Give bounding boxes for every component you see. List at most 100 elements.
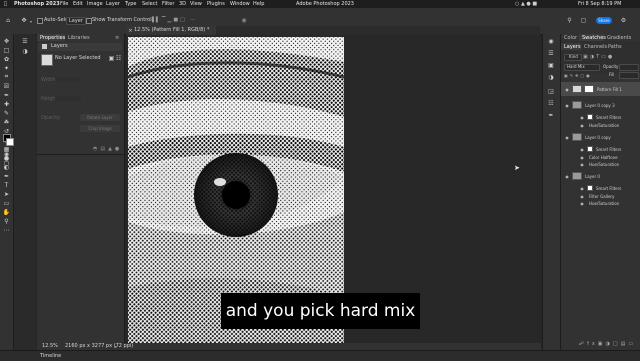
timeline-label[interactable]: Timeline <box>40 354 61 359</box>
home-icon[interactable]: ⌂ <box>4 16 12 24</box>
clone-stamp-tool[interactable]: ☘ <box>2 118 11 126</box>
panel-menu-icon[interactable]: ≡ <box>115 35 119 41</box>
visibility-eye-icon[interactable]: ◉ <box>564 87 570 92</box>
layer-row-pattern-fill[interactable]: ◉ Pattern Fill 1 <box>561 82 640 96</box>
tab-properties[interactable]: Properties <box>37 34 65 41</box>
3d-mode-icon[interactable]: ◉ <box>240 17 248 24</box>
libraries-panel-icon[interactable]: ▣ <box>547 62 555 69</box>
lasso-tool[interactable]: ✿ <box>2 55 11 63</box>
opacity-field[interactable] <box>619 64 639 71</box>
visibility-eye-icon[interactable]: ◉ <box>564 174 570 179</box>
menu-help[interactable]: Help <box>253 1 264 7</box>
layer-row-layer-0-copy[interactable]: ◉ Layer 0 copy <box>561 130 640 144</box>
menu-edit[interactable]: Edit <box>73 1 83 7</box>
crop-tool[interactable]: ⌗ <box>2 73 11 81</box>
layers-panel-icon[interactable]: ◲ <box>547 88 555 95</box>
frame-tool[interactable]: ☒ <box>2 82 11 90</box>
visibility-eye-icon[interactable]: ◉ <box>579 162 585 167</box>
share-button[interactable]: Share <box>596 17 612 24</box>
filter-row[interactable]: ◉ Hue/Saturation <box>561 200 640 207</box>
visibility-eye-icon[interactable]: ◉ <box>579 147 585 152</box>
color-panel-icon[interactable]: ◉ <box>547 38 555 45</box>
tab-color[interactable]: Color <box>561 34 579 41</box>
visibility-eye-icon[interactable]: ◉ <box>579 115 585 120</box>
menu-layer[interactable]: Layer <box>106 1 120 7</box>
lock-icons[interactable]: ▣✎✥▢● <box>564 73 592 78</box>
adjustments-icon[interactable]: ◑ <box>21 48 29 55</box>
menu-image[interactable]: Image <box>87 1 103 7</box>
layer-filter-dropdown[interactable]: Kind <box>564 54 582 61</box>
link-icon[interactable]: ▣ <box>109 55 115 62</box>
brush-tool[interactable]: ✎ <box>2 109 11 117</box>
marquee-tool[interactable]: □ <box>2 46 11 54</box>
filter-row[interactable]: ◉ Color Halftone <box>561 154 640 161</box>
workspace-icon[interactable]: ▢ <box>580 17 587 24</box>
history-icon[interactable]: ☰ <box>21 38 29 45</box>
auto-select-checkbox[interactable] <box>37 18 43 24</box>
layer-row-layer-0-copy-3[interactable]: ◉ Layer 0 copy 3 <box>561 98 640 112</box>
shape-tool[interactable]: ▭ <box>2 199 11 207</box>
move-tool-dropdown[interactable]: ▾ <box>30 19 32 24</box>
menu-view[interactable]: View <box>190 1 202 7</box>
visibility-eye-icon[interactable]: ◉ <box>564 103 570 108</box>
properties-footer-icons[interactable]: ◓▤▲● <box>93 146 122 152</box>
path-select-tool[interactable]: ➤ <box>2 190 11 198</box>
quick-mask-icon[interactable]: ◉ <box>2 151 11 158</box>
zoom-level[interactable]: 12.5% <box>42 344 58 349</box>
visibility-eye-icon[interactable]: ◉ <box>579 201 585 206</box>
filter-row[interactable]: ◉ Hue/Saturation <box>561 161 640 168</box>
blend-mode-dropdown[interactable]: Hard Mix <box>564 64 600 71</box>
menu-window[interactable]: Window <box>230 1 250 7</box>
type-tool[interactable]: T <box>2 181 11 189</box>
healing-brush-tool[interactable]: ✚ <box>2 100 11 108</box>
more-tools-icon[interactable]: ⋯ <box>2 226 11 234</box>
smart-filters-row[interactable]: ◉ Smart Filters <box>561 145 640 154</box>
menu-select[interactable]: Select <box>142 1 157 7</box>
app-name-menu[interactable]: Photoshop 2023 <box>14 1 60 7</box>
pen-tool[interactable]: ✒ <box>2 172 11 180</box>
zoom-tool[interactable]: ⚲ <box>2 217 11 225</box>
visibility-eye-icon[interactable]: ◉ <box>579 194 585 199</box>
move-tool-icon[interactable]: ✥ <box>20 16 28 24</box>
settings-icon[interactable]: ⚙ <box>620 17 627 24</box>
properties-panel-icon[interactable]: ☰ <box>547 50 555 57</box>
tab-paths[interactable]: Paths <box>605 43 623 50</box>
align-icons[interactable]: ▐▌▔▁■□ ⋯ <box>150 17 197 23</box>
screen-mode-icon[interactable]: ▢ <box>2 160 11 167</box>
menu-filter[interactable]: Filter <box>162 1 174 7</box>
eyedropper-tool[interactable]: ✒ <box>2 91 11 99</box>
filter-row[interactable]: ◉ Hue/Saturation <box>561 122 640 129</box>
tab-layers[interactable]: Layers <box>561 43 581 50</box>
height-field[interactable] <box>55 96 81 101</box>
filter-row[interactable]: ◉ Filter Gallery <box>561 193 640 200</box>
tab-gradients[interactable]: Gradients <box>604 34 631 41</box>
menu-file[interactable]: File <box>60 1 68 7</box>
layer-row-layer-0[interactable]: ◉ Layer 0 <box>561 169 640 183</box>
channels-panel-icon[interactable]: ☷ <box>547 100 555 107</box>
visibility-eye-icon[interactable]: ◉ <box>579 155 585 160</box>
background-color-swatch[interactable] <box>6 138 14 146</box>
close-tab-icon[interactable]: × <box>128 28 133 34</box>
tab-channels[interactable]: Channels <box>581 43 607 50</box>
adjustments-panel-icon[interactable]: ◑ <box>547 74 555 81</box>
fill-field[interactable] <box>619 72 639 79</box>
tab-swatches[interactable]: Swatches <box>579 34 606 41</box>
smart-filters-row[interactable]: ◉ Smart Filters <box>561 184 640 193</box>
width-field[interactable] <box>55 77 81 82</box>
quick-select-tool[interactable]: ✦ <box>2 64 11 72</box>
menu-3d[interactable]: 3D <box>179 1 186 7</box>
layer-filter-icons[interactable]: ▣◑T▭● <box>583 54 614 60</box>
menu-plugins[interactable]: Plugins <box>207 1 225 7</box>
tab-libraries[interactable]: Libraries <box>65 34 93 41</box>
visibility-eye-icon[interactable]: ◉ <box>579 123 585 128</box>
status-bar-arrow-icon[interactable]: ▸ <box>115 344 117 349</box>
menu-type[interactable]: Type <box>125 1 136 7</box>
crop-image-button[interactable]: Crop Image <box>80 125 120 132</box>
apple-icon[interactable]:  <box>4 1 7 7</box>
visibility-eye-icon[interactable]: ◉ <box>564 135 570 140</box>
search-icon[interactable]: ⚲ <box>566 17 573 24</box>
hand-tool[interactable]: ✋ <box>2 208 11 216</box>
visibility-eye-icon[interactable]: ◉ <box>579 186 585 191</box>
rotate-layer-button[interactable]: Rotate Layer <box>80 114 120 121</box>
panel-options-icon[interactable]: ☷ <box>116 55 121 62</box>
